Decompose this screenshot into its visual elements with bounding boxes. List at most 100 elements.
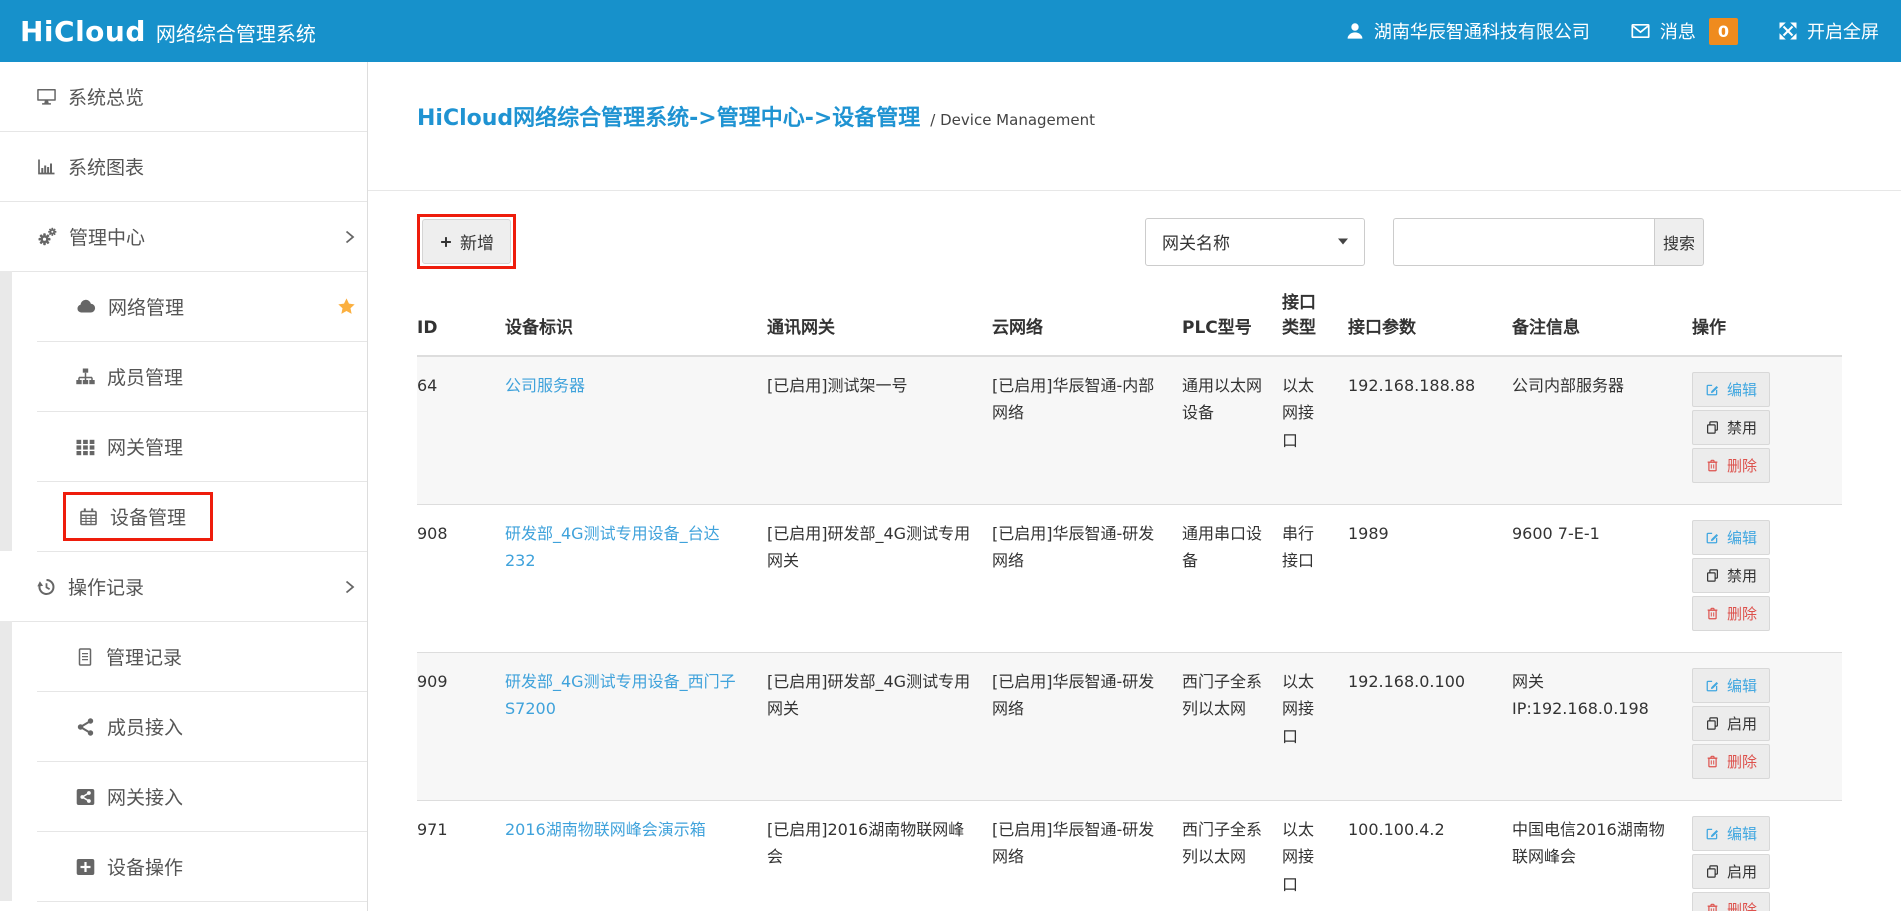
fullscreen-label: 开启全屏: [1807, 18, 1879, 44]
cell-actions: 编辑 启用 删除: [1692, 801, 1842, 911]
sidebar-item-label: 设备操作: [107, 853, 183, 880]
cell-iface-params: 192.168.188.88: [1348, 356, 1512, 505]
cell-id: 971: [417, 801, 505, 911]
add-button[interactable]: 新增: [422, 219, 511, 264]
delete-button[interactable]: 删除: [1692, 448, 1770, 483]
sidebar-item-label: 设备管理: [110, 503, 186, 530]
sidebar-item-system-charts[interactable]: 系统图表: [0, 132, 367, 202]
table-row: 908 研发部_4G测试专用设备_台达232 [已启用]研发部_4G测试专用网关…: [417, 505, 1842, 653]
cell-iface-type: 以太网接口: [1282, 356, 1348, 505]
company-name: 湖南华辰智通科技有限公司: [1374, 18, 1590, 44]
brand-name: HiCloud: [20, 15, 146, 48]
cell-gateway: [已启用]测试架一号: [767, 356, 992, 505]
sidebar-item-label: 网关接入: [107, 783, 183, 810]
edit-icon: [1705, 382, 1720, 397]
cell-device: 研发部_4G测试专用设备_台达232: [505, 505, 767, 653]
cell-plc: 西门子全系列以太网: [1182, 653, 1282, 801]
clone-icon: [1705, 716, 1720, 731]
filter-select[interactable]: 网关名称: [1145, 218, 1365, 266]
main-content: HiCloud网络综合管理系统->管理中心->设备管理 / Device Man…: [368, 62, 1901, 911]
user-icon: [1345, 21, 1365, 41]
sidebar-item-management-center[interactable]: 管理中心: [0, 202, 367, 272]
sidebar-item-label: 网络管理: [108, 293, 184, 320]
edit-icon: [1705, 826, 1720, 841]
cell-plc: 通用以太网设备: [1182, 356, 1282, 505]
table-header-row: ID 设备标识 通讯网关 云网络 PLC型号 接口类型 接口参数 备注信息 操作: [417, 269, 1842, 356]
trash-icon: [1705, 458, 1720, 473]
edit-button[interactable]: 编辑: [1692, 520, 1770, 555]
sidebar-item-operation-records[interactable]: 操作记录: [0, 552, 367, 622]
cell-plc: 通用串口设备: [1182, 505, 1282, 653]
edit-button[interactable]: 编辑: [1692, 372, 1770, 407]
device-link[interactable]: 2016湖南物联网峰会演示箱: [505, 820, 706, 839]
cell-remark: 公司内部服务器: [1512, 356, 1692, 505]
trash-icon: [1705, 754, 1720, 769]
device-table: ID 设备标识 通讯网关 云网络 PLC型号 接口类型 接口参数 备注信息 操作…: [417, 269, 1842, 911]
cell-remark: 中国电信2016湖南物联网峰会: [1512, 801, 1692, 911]
sidebar-item-gateway-access[interactable]: 网关接入: [37, 762, 367, 832]
delete-button[interactable]: 删除: [1692, 744, 1770, 779]
sidebar-item-gateway-management[interactable]: 网关管理: [37, 412, 367, 482]
cell-actions: 编辑 禁用 删除: [1692, 356, 1842, 505]
sidebar-item-member-access[interactable]: 成员接入: [37, 692, 367, 762]
caret-down-icon: [1338, 238, 1348, 245]
edit-button[interactable]: 编辑: [1692, 816, 1770, 851]
disable-button[interactable]: 禁用: [1692, 558, 1770, 593]
topbar: HiCloud 网络综合管理系统 湖南华辰智通科技有限公司 消息 0: [0, 0, 1901, 62]
cell-id: 64: [417, 356, 505, 505]
messages-menu[interactable]: 消息 0: [1630, 18, 1738, 45]
fullscreen-button[interactable]: 开启全屏: [1778, 18, 1879, 44]
plus-square-icon: [75, 857, 96, 877]
enable-button[interactable]: 启用: [1692, 854, 1770, 889]
cell-network: [已启用]华辰智通-内部网络: [992, 356, 1182, 505]
enable-button[interactable]: 启用: [1692, 706, 1770, 741]
grid-icon: [75, 437, 96, 457]
sidebar-item-label: 管理中心: [69, 223, 145, 250]
search-button[interactable]: 搜索: [1654, 218, 1704, 266]
col-header-actions: 操作: [1692, 269, 1842, 356]
clone-icon: [1705, 864, 1720, 879]
annotation-box-device-management: 设备管理: [63, 492, 213, 541]
search-input[interactable]: [1393, 218, 1654, 266]
delete-button[interactable]: 删除: [1692, 596, 1770, 631]
cell-iface-type: 以太网接口: [1282, 653, 1348, 801]
cell-iface-params: 100.100.4.2: [1348, 801, 1512, 911]
col-header-iface-params: 接口参数: [1348, 269, 1512, 356]
monitor-icon: [36, 87, 57, 107]
messages-count-badge: 0: [1709, 18, 1738, 45]
delete-button[interactable]: 删除: [1692, 892, 1770, 911]
cell-network: [已启用]华辰智通-研发网络: [992, 801, 1182, 911]
sidebar-item-network-management[interactable]: 网络管理: [37, 272, 367, 342]
col-header-gateway: 通讯网关: [767, 269, 992, 356]
edit-button[interactable]: 编辑: [1692, 668, 1770, 703]
device-link[interactable]: 研发部_4G测试专用设备_台达232: [505, 524, 720, 570]
breadcrumb-suffix: / Device Management: [930, 111, 1095, 129]
cloud-icon: [75, 297, 97, 317]
sidebar-item-label: 成员接入: [107, 713, 183, 740]
cell-gateway: [已启用]2016湖南物联网峰会: [767, 801, 992, 911]
edit-icon: [1705, 530, 1720, 545]
sidebar-item-label: 操作记录: [68, 573, 144, 600]
cell-iface-type: 以太网接口: [1282, 801, 1348, 911]
device-link[interactable]: 公司服务器: [505, 376, 585, 395]
gears-icon: [36, 227, 58, 247]
fullscreen-icon: [1778, 21, 1798, 41]
cell-device: 2016湖南物联网峰会演示箱: [505, 801, 767, 911]
cell-id: 909: [417, 653, 505, 801]
sidebar-item-device-management[interactable]: 设备管理: [37, 482, 367, 552]
cell-device: 公司服务器: [505, 356, 767, 505]
cell-gateway: [已启用]研发部_4G测试专用网关: [767, 505, 992, 653]
sidebar-item-system-overview[interactable]: 系统总览: [0, 62, 367, 132]
cell-actions: 编辑 禁用 删除: [1692, 505, 1842, 653]
share-icon: [75, 717, 96, 737]
search-group: 搜索: [1393, 218, 1704, 266]
clone-icon: [1705, 420, 1720, 435]
company-menu[interactable]: 湖南华辰智通科技有限公司: [1345, 18, 1590, 44]
toolbar: 新增 网关名称 搜索: [368, 214, 1901, 269]
breadcrumb-path: HiCloud网络综合管理系统->管理中心->设备管理: [417, 100, 920, 132]
sidebar-item-management-records[interactable]: 管理记录: [37, 622, 367, 692]
sidebar-item-member-management[interactable]: 成员管理: [37, 342, 367, 412]
sidebar-item-device-operations[interactable]: 设备操作: [37, 832, 367, 902]
disable-button[interactable]: 禁用: [1692, 410, 1770, 445]
device-link[interactable]: 研发部_4G测试专用设备_西门子S7200: [505, 672, 736, 718]
